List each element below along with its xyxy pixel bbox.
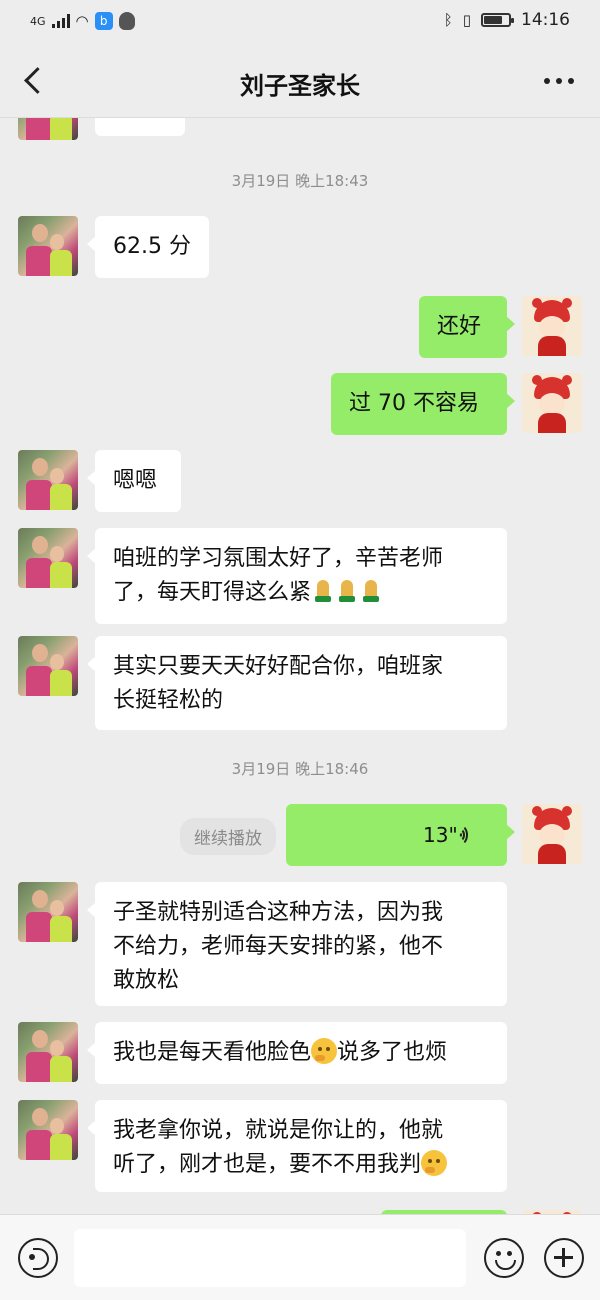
network-label: 4G bbox=[30, 14, 46, 28]
message-line-wrap: 听了，刚才也是，要不不用我判 bbox=[113, 1148, 489, 1182]
parent-avatar[interactable] bbox=[18, 1100, 78, 1160]
message-bubble[interactable]: 我老拿你说，就说是你让的，他就 听了，刚才也是，要不不用我判 bbox=[87, 1100, 507, 1192]
message-bubble[interactable]: 62.5 分 bbox=[87, 216, 209, 278]
voice-icon[interactable] bbox=[18, 1238, 58, 1278]
message-line: 其实只要天天好好配合你，咱班家 bbox=[113, 654, 444, 679]
my-avatar[interactable] bbox=[522, 804, 582, 864]
message-line: 了，每天盯得这么紧 bbox=[113, 580, 312, 605]
wifi-icon: ◠ bbox=[75, 12, 89, 30]
chat-title: 刘子圣家长 bbox=[240, 72, 360, 100]
pray-emoji-icon bbox=[311, 578, 335, 604]
message-bubble-partial[interactable] bbox=[95, 118, 185, 136]
message-line: 长挺轻松的 bbox=[113, 688, 224, 713]
message-bubble[interactable]: 咱班的学习氛围太好了，辛苦老师 了，每天盯得这么紧 bbox=[87, 528, 507, 624]
vibrate-icon: ▯ bbox=[462, 11, 471, 29]
timestamp: 3月19日 晚上18:46 bbox=[231, 760, 369, 778]
message-input[interactable] bbox=[74, 1229, 466, 1287]
status-left: 4G ◠ b bbox=[30, 12, 135, 30]
signal-icon bbox=[51, 14, 70, 28]
message-bubble[interactable]: 嗯嗯 bbox=[87, 450, 181, 512]
parent-avatar[interactable] bbox=[18, 450, 78, 510]
battery-icon bbox=[481, 13, 514, 27]
message-text: 62.5 分 bbox=[113, 234, 191, 259]
voice-message-bubble[interactable]: 13" bbox=[286, 804, 515, 866]
my-avatar[interactable] bbox=[522, 373, 582, 433]
qq-icon bbox=[118, 12, 135, 30]
bluetooth-icon: ᛒ bbox=[443, 11, 453, 29]
parent-avatar[interactable] bbox=[18, 1022, 78, 1082]
message-line: 不给力，老师每天安排的紧，他不 bbox=[113, 934, 444, 959]
message-bubble[interactable]: 子圣就特别适合这种方法，因为我 不给力，老师每天安排的紧，他不 敢放松 bbox=[87, 882, 507, 1006]
emoji-icon[interactable] bbox=[484, 1238, 524, 1278]
input-bar bbox=[0, 1214, 600, 1300]
message-line: 咱班的学习氛围太好了，辛苦老师 bbox=[113, 546, 444, 571]
timestamp: 3月19日 晚上18:43 bbox=[231, 172, 369, 190]
message-bubble[interactable]: 其实只要天天好好配合你，咱班家 长挺轻松的 bbox=[87, 636, 507, 730]
thinking-emoji-icon bbox=[311, 1038, 338, 1064]
replay-voice-button[interactable]: 继续播放 bbox=[180, 818, 276, 855]
message-line: 听了，刚才也是，要不不用我判 bbox=[113, 1152, 422, 1177]
chat-area[interactable]: 3月19日 晚上18:43 62.5 分 还好 过 70 不容易 嗯嗯 咱班的学… bbox=[0, 118, 600, 1214]
parent-avatar[interactable] bbox=[18, 216, 78, 276]
battery-fill bbox=[484, 16, 503, 24]
plus-icon[interactable] bbox=[544, 1238, 584, 1278]
message-line: 子圣就特别适合这种方法，因为我 bbox=[113, 900, 444, 925]
status-time: 14:16 bbox=[521, 10, 570, 30]
parent-avatar[interactable] bbox=[18, 882, 78, 942]
message-text: 过 70 不容易 bbox=[349, 391, 479, 416]
message-text: 还好 bbox=[437, 314, 482, 339]
voice-wave-icon bbox=[456, 824, 478, 846]
parent-avatar[interactable] bbox=[18, 636, 78, 696]
my-avatar[interactable] bbox=[522, 296, 582, 356]
pray-emoji-icon bbox=[359, 578, 383, 604]
message-bubble[interactable]: 我也是每天看他脸色 说多了也烦 bbox=[87, 1022, 507, 1084]
status-bar: 4G ◠ b ᛒ ▯ 14:16 bbox=[0, 0, 600, 44]
app-notification-icon: b bbox=[94, 12, 113, 30]
message-line: 敢放松 bbox=[113, 968, 180, 993]
message-line: 我老拿你说，就说是你让的，他就 bbox=[113, 1118, 444, 1143]
message-line-wrap: 了，每天盯得这么紧 bbox=[113, 576, 489, 610]
message-bubble[interactable]: 过 70 不容易 bbox=[331, 373, 515, 435]
parent-avatar[interactable] bbox=[18, 528, 78, 588]
pray-emoji-icon bbox=[335, 578, 359, 604]
message-bubble[interactable]: 还好 bbox=[419, 296, 515, 358]
message-text: 我也是每天看他脸色 bbox=[113, 1040, 312, 1065]
more-dots-icon[interactable] bbox=[540, 68, 578, 94]
message-text: 说多了也烦 bbox=[337, 1040, 448, 1065]
parent-avatar[interactable] bbox=[18, 118, 78, 140]
nav-bar: 刘子圣家长 bbox=[0, 44, 600, 118]
status-right: ᛒ ▯ 14:16 bbox=[444, 10, 570, 30]
message-text: 嗯嗯 bbox=[113, 468, 158, 493]
thinking-emoji-icon bbox=[421, 1150, 448, 1176]
